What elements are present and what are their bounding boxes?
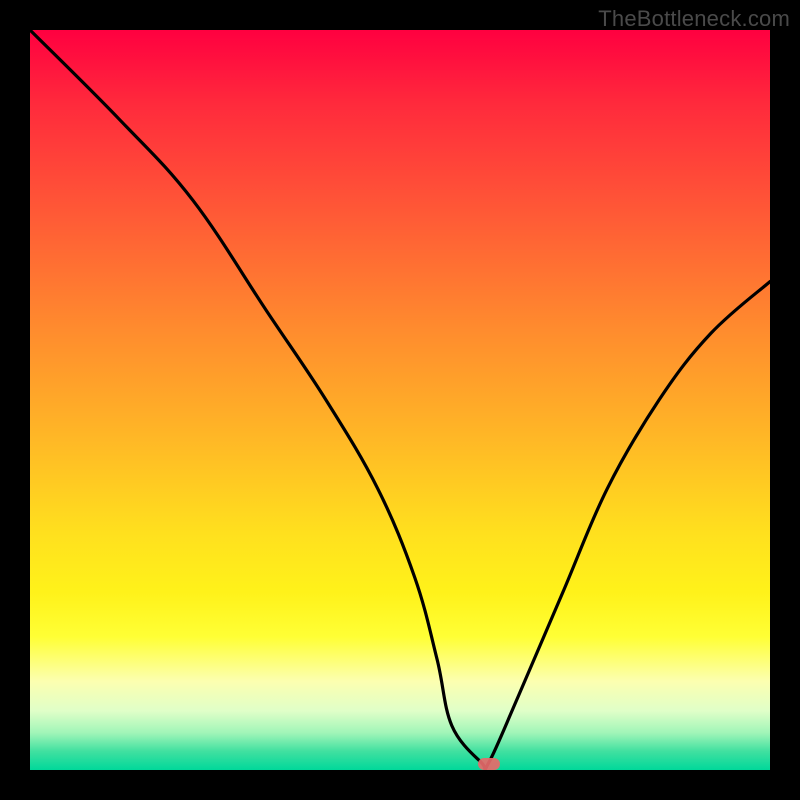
bottleneck-curve	[30, 30, 770, 770]
chart-frame: TheBottleneck.com	[0, 0, 800, 800]
plot-area	[30, 30, 770, 770]
attribution-watermark: TheBottleneck.com	[598, 6, 790, 32]
selected-point-marker	[478, 758, 500, 770]
curve-path	[30, 30, 770, 770]
